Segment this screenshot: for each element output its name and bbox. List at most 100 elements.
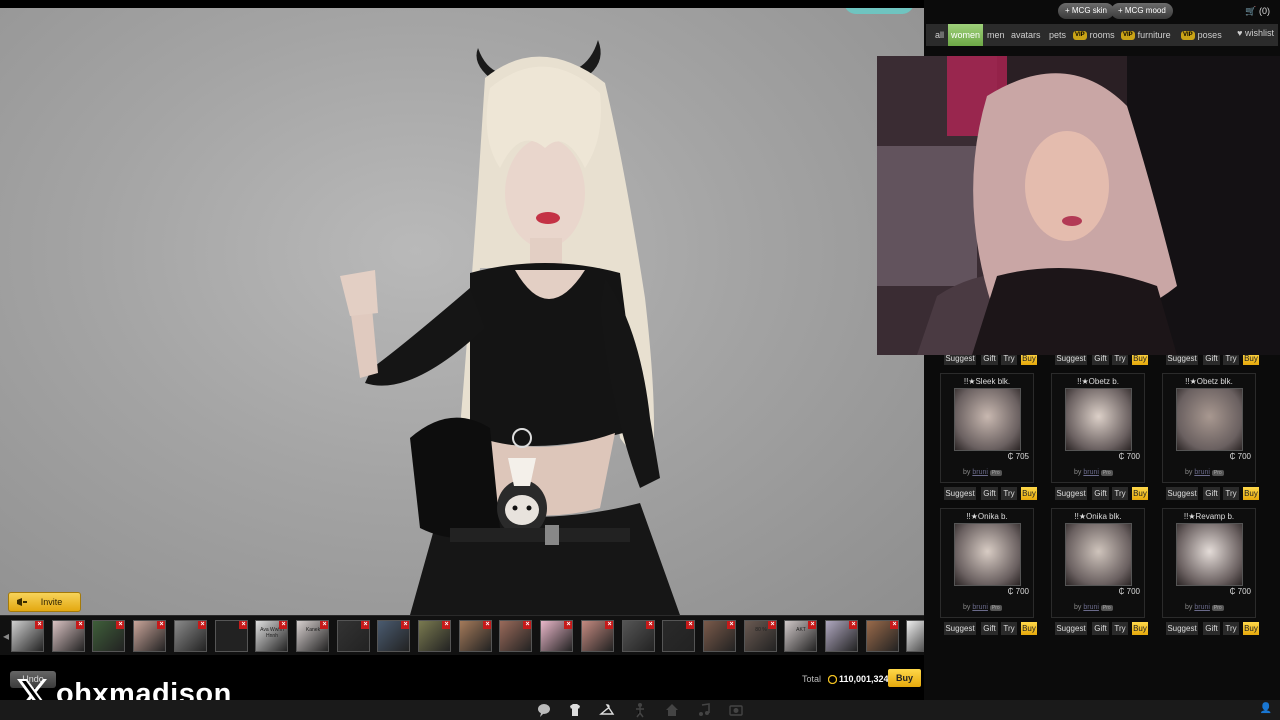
- try-button[interactable]: Try: [1112, 487, 1128, 500]
- cart-item-thumb[interactable]: ×: [866, 620, 899, 652]
- strip-left-arrow-icon[interactable]: ◂: [1, 628, 11, 644]
- cart-item-thumb[interactable]: 80 % ×: [744, 620, 777, 652]
- remove-item-icon[interactable]: ×: [239, 621, 247, 629]
- tab-pets[interactable]: pets: [1046, 24, 1069, 46]
- remove-item-icon[interactable]: ×: [116, 621, 124, 629]
- creator-link[interactable]: bruni: [1083, 604, 1099, 611]
- cart-item-thumb[interactable]: Ava Wwhh Hnnh ×: [255, 620, 288, 652]
- creator-link[interactable]: bruni: [972, 469, 988, 476]
- gift-button[interactable]: Gift: [981, 487, 998, 500]
- gift-button[interactable]: Gift: [1092, 487, 1109, 500]
- cart-item-thumb[interactable]: ×: [703, 620, 736, 652]
- hanger-icon[interactable]: [599, 702, 615, 718]
- cart-item-thumb[interactable]: ×: [11, 620, 44, 652]
- mcg-mood-button[interactable]: + MCG mood: [1111, 3, 1173, 19]
- remove-item-icon[interactable]: ×: [727, 621, 735, 629]
- buy-button[interactable]: Buy: [1132, 487, 1148, 500]
- cart-item-thumb[interactable]: ×: [662, 620, 695, 652]
- buy-cart-button[interactable]: Buy: [888, 669, 921, 687]
- tab-men[interactable]: men: [984, 24, 1008, 46]
- suggest-button[interactable]: Suggest: [944, 487, 976, 500]
- suggest-button[interactable]: Suggest: [944, 622, 976, 635]
- shop-cart[interactable]: 🛒 (0): [1245, 6, 1270, 17]
- cart-item-thumb[interactable]: ×: [540, 620, 573, 652]
- suggest-button[interactable]: Suggest: [1166, 487, 1198, 500]
- buy-button[interactable]: Buy: [1243, 487, 1259, 500]
- suggest-button[interactable]: Suggest: [1055, 622, 1087, 635]
- creator-link[interactable]: bruni: [972, 604, 988, 611]
- cart-items-strip[interactable]: ◂ ▸ ××××××Ava Wwhh Hnnh×Kanek×××××××××××…: [0, 615, 939, 655]
- cart-item-thumb[interactable]: ×: [377, 620, 410, 652]
- shirt-icon[interactable]: [567, 702, 583, 718]
- invite-button[interactable]: Invite: [8, 592, 81, 612]
- product-thumbnail[interactable]: [1176, 523, 1243, 586]
- cart-item-thumb[interactable]: AKT ×: [784, 620, 817, 652]
- people-icon[interactable]: 👤: [1260, 703, 1272, 714]
- try-button[interactable]: Try: [1223, 622, 1239, 635]
- cart-item-thumb[interactable]: ×: [622, 620, 655, 652]
- tab-furniture[interactable]: VIP furniture: [1118, 24, 1174, 46]
- cart-item-thumb[interactable]: ×: [133, 620, 166, 652]
- remove-item-icon[interactable]: ×: [320, 621, 328, 629]
- remove-item-icon[interactable]: ×: [686, 621, 694, 629]
- cart-item-thumb[interactable]: ×: [337, 620, 370, 652]
- gift-button[interactable]: Gift: [981, 622, 998, 635]
- music-icon[interactable]: [696, 702, 712, 718]
- remove-item-icon[interactable]: ×: [523, 621, 531, 629]
- tab-rooms[interactable]: VIP rooms: [1070, 24, 1118, 46]
- remove-item-icon[interactable]: ×: [605, 621, 613, 629]
- product-card[interactable]: !!★Onika b. ₵ 700 by bruni Pro: [940, 508, 1034, 618]
- remove-item-icon[interactable]: ×: [35, 621, 43, 629]
- cart-item-thumb[interactable]: ×: [418, 620, 451, 652]
- remove-item-icon[interactable]: ×: [401, 621, 409, 629]
- cart-item-thumb[interactable]: Kanek ×: [296, 620, 329, 652]
- remove-item-icon[interactable]: ×: [483, 621, 491, 629]
- try-button[interactable]: Try: [1001, 487, 1017, 500]
- remove-item-icon[interactable]: ×: [361, 621, 369, 629]
- creator-link[interactable]: bruni: [1194, 604, 1210, 611]
- buy-button[interactable]: Buy: [1132, 622, 1148, 635]
- gift-button[interactable]: Gift: [1203, 487, 1220, 500]
- product-thumbnail[interactable]: [954, 388, 1021, 451]
- wishlist-link[interactable]: ♥ wishlist: [1237, 28, 1274, 38]
- cart-item-thumb[interactable]: ×: [174, 620, 207, 652]
- remove-item-icon[interactable]: ×: [808, 621, 816, 629]
- try-button[interactable]: Try: [1112, 622, 1128, 635]
- product-thumbnail[interactable]: [1176, 388, 1243, 451]
- avatar-viewport[interactable]: Invite: [0, 8, 924, 615]
- remove-item-icon[interactable]: ×: [279, 621, 287, 629]
- product-card[interactable]: !!★Sleek blk. ₵ 705 by bruni Pro: [940, 373, 1034, 483]
- remove-item-icon[interactable]: ×: [890, 621, 898, 629]
- product-card[interactable]: !!★Obetz b. ₵ 700 by bruni Pro: [1051, 373, 1145, 483]
- remove-item-icon[interactable]: ×: [564, 621, 572, 629]
- buy-button[interactable]: Buy: [1021, 487, 1037, 500]
- remove-item-icon[interactable]: ×: [768, 621, 776, 629]
- remove-item-icon[interactable]: ×: [76, 621, 84, 629]
- product-thumbnail[interactable]: [1065, 388, 1132, 451]
- camera-icon[interactable]: [728, 702, 744, 718]
- chat-icon[interactable]: [536, 702, 552, 718]
- suggest-button[interactable]: Suggest: [1166, 622, 1198, 635]
- suggest-button[interactable]: Suggest: [1055, 487, 1087, 500]
- cart-item-thumb[interactable]: ×: [459, 620, 492, 652]
- product-card[interactable]: !!★Obetz blk. ₵ 700 by bruni Pro: [1162, 373, 1256, 483]
- product-card[interactable]: !!★Onika blk. ₵ 700 by bruni Pro: [1051, 508, 1145, 618]
- creator-link[interactable]: bruni: [1194, 469, 1210, 476]
- creator-link[interactable]: bruni: [1083, 469, 1099, 476]
- cart-item-thumb[interactable]: ×: [52, 620, 85, 652]
- pose-icon[interactable]: [632, 702, 648, 718]
- tab-poses[interactable]: VIP poses: [1178, 24, 1225, 46]
- remove-item-icon[interactable]: ×: [646, 621, 654, 629]
- home-icon[interactable]: [664, 702, 680, 718]
- cart-item-thumb[interactable]: ×: [92, 620, 125, 652]
- cart-item-thumb[interactable]: ×: [499, 620, 532, 652]
- remove-item-icon[interactable]: ×: [157, 621, 165, 629]
- remove-item-icon[interactable]: ×: [442, 621, 450, 629]
- tab-all[interactable]: all: [932, 24, 947, 46]
- cart-item-thumb[interactable]: ×: [581, 620, 614, 652]
- product-thumbnail[interactable]: [1065, 523, 1132, 586]
- gift-button[interactable]: Gift: [1092, 622, 1109, 635]
- cart-item-thumb[interactable]: ×: [825, 620, 858, 652]
- gift-button[interactable]: Gift: [1203, 622, 1220, 635]
- product-thumbnail[interactable]: [954, 523, 1021, 586]
